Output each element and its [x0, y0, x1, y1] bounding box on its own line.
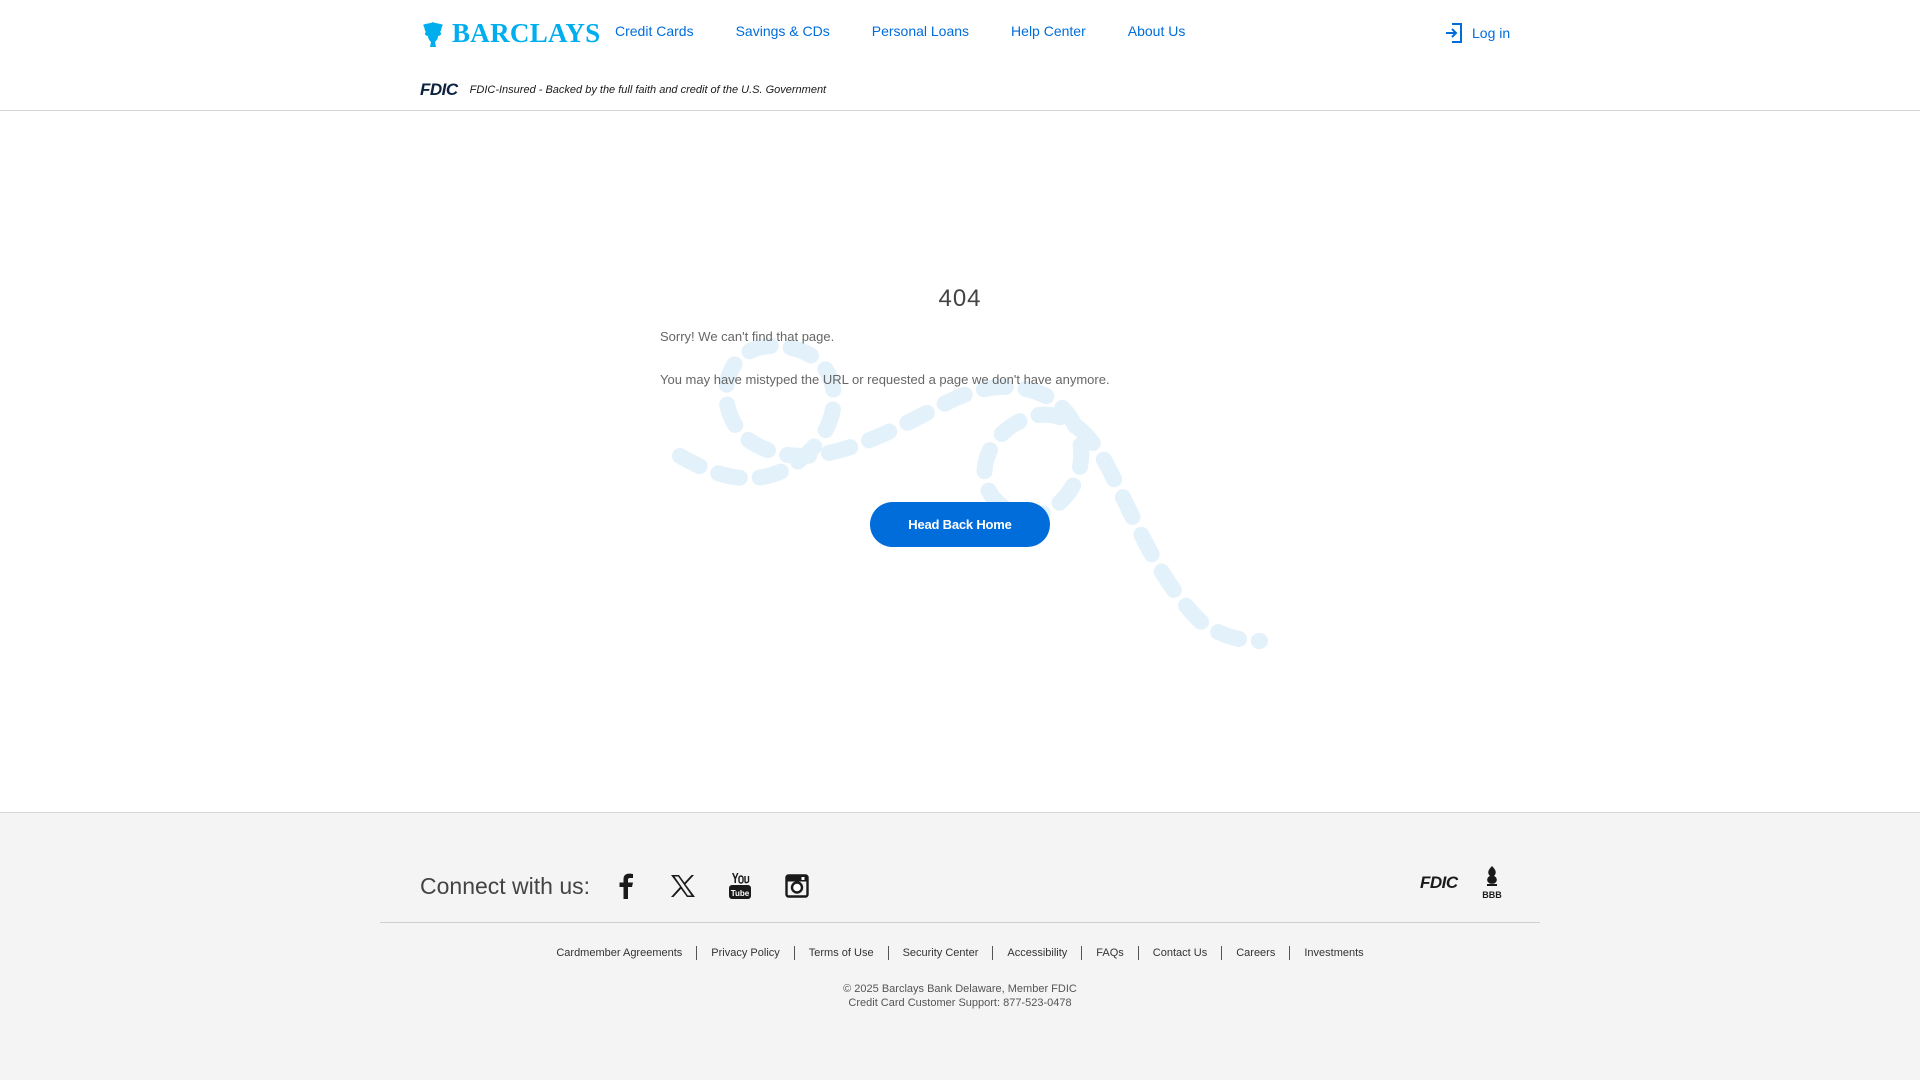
eagle-icon [423, 21, 443, 47]
site-header: BARCLAYS Credit Cards Savings & CDs Pers… [0, 0, 1920, 111]
fdic-badge[interactable]: FDIC [1420, 873, 1458, 893]
x-icon[interactable] [669, 872, 697, 900]
footer-link-investments[interactable]: Investments [1290, 947, 1377, 959]
error-content: 404 Sorry! We can't find that page. You … [0, 111, 1920, 812]
connect-label: Connect with us: [420, 873, 591, 899]
nav-credit-cards[interactable]: Credit Cards [615, 23, 694, 39]
barclays-logo[interactable]: BARCLAYS [420, 18, 600, 49]
fdic-notice: FDIC-Insured - Backed by the full faith … [469, 84, 827, 96]
footer-link-faqs[interactable]: FAQs [1082, 947, 1138, 959]
head-back-home-button[interactable]: Head Back Home [870, 502, 1050, 547]
login-icon [1446, 23, 1462, 43]
footer-link-careers[interactable]: Careers [1222, 947, 1289, 959]
login-button[interactable]: Log in [1444, 22, 1510, 44]
bbb-icon[interactable]: BBB [1480, 865, 1504, 901]
brand-name: BARCLAYS [452, 18, 601, 48]
footer-links: Cardmember Agreements Privacy Policy Ter… [0, 946, 1920, 960]
nav-about-us[interactable]: About Us [1128, 23, 1186, 39]
footer-link-security-center[interactable]: Security Center [889, 947, 993, 959]
nav-personal-loans[interactable]: Personal Loans [872, 23, 969, 39]
error-message: Sorry! We can't find that page. [660, 329, 835, 344]
instagram-icon[interactable] [783, 872, 811, 900]
footer-link-terms-of-use[interactable]: Terms of Use [795, 947, 888, 959]
nav-help-center[interactable]: Help Center [1011, 23, 1086, 39]
footer-link-privacy-policy[interactable]: Privacy Policy [697, 947, 793, 959]
error-description: You may have mistyped the URL or request… [660, 372, 1110, 387]
legal-text: © 2025 Barclays Bank Delaware, Member FD… [0, 982, 1920, 1010]
svg-text:Tube: Tube [731, 889, 750, 898]
trust-badges: FDIC BBB [1420, 865, 1504, 901]
youtube-icon[interactable]: Tube [726, 872, 754, 900]
site-footer: Connect with us: Tube FDIC BBB Cardmembe… [0, 812, 1920, 1080]
footer-link-contact-us[interactable]: Contact Us [1139, 947, 1221, 959]
bbb-label: BBB [1482, 890, 1502, 900]
nav-savings-cds[interactable]: Savings & CDs [736, 23, 830, 39]
main-nav: Credit Cards Savings & CDs Personal Loan… [615, 23, 1227, 39]
facebook-icon[interactable] [612, 872, 640, 900]
fdic-logo: FDIC [420, 80, 458, 99]
footer-link-cardmember-agreements[interactable]: Cardmember Agreements [542, 947, 696, 959]
copyright: © 2025 Barclays Bank Delaware, Member FD… [843, 983, 1077, 995]
error-code: 404 [938, 285, 982, 312]
footer-link-accessibility[interactable]: Accessibility [993, 947, 1081, 959]
footer-divider [380, 922, 1540, 923]
login-label: Log in [1472, 25, 1511, 41]
social-links: Tube [612, 872, 840, 900]
fdic-banner: FDIC FDIC-Insured - Backed by the full f… [420, 80, 826, 100]
support-phone: Credit Card Customer Support: 877-523-04… [848, 997, 1072, 1009]
